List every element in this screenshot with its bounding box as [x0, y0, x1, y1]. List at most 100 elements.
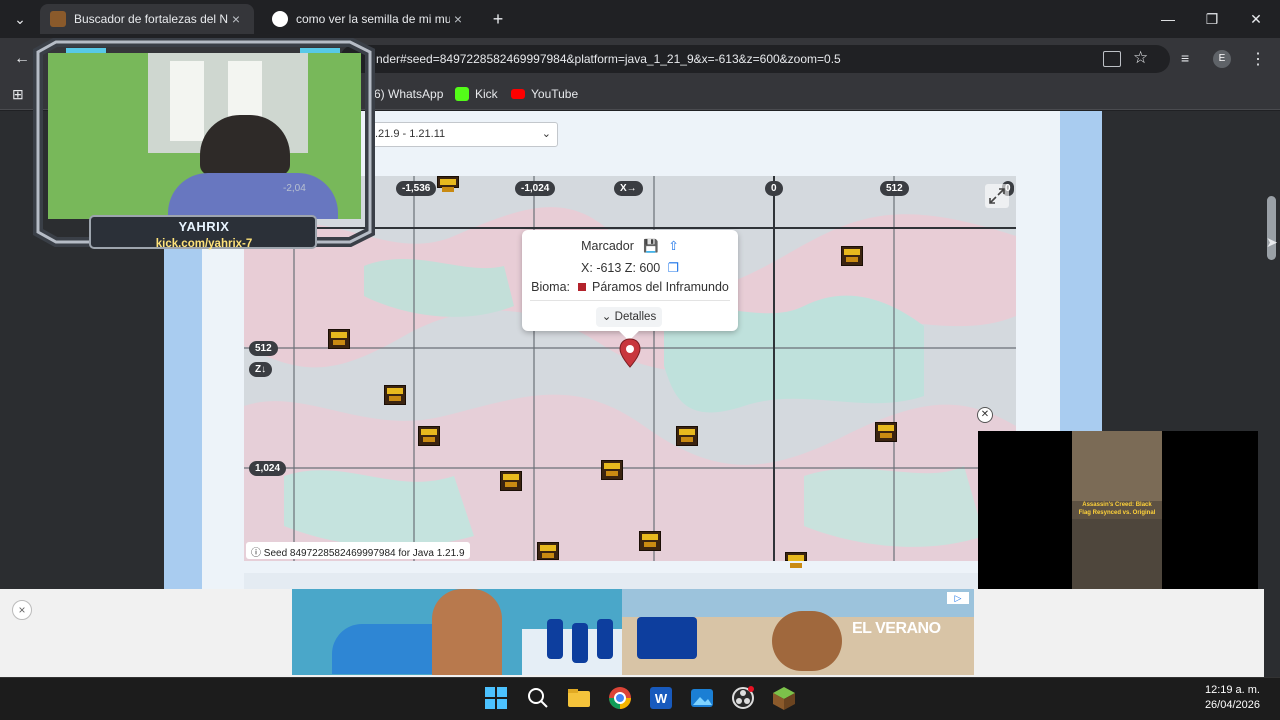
fortress-marker-icon[interactable] — [437, 176, 459, 192]
menu-kebab-icon[interactable]: ⋮ — [1250, 49, 1266, 69]
fortress-marker-icon[interactable] — [676, 426, 698, 446]
chevron-down-icon: ⌄ — [601, 311, 612, 323]
translate-icon[interactable] — [1103, 51, 1121, 67]
tab-strip: ⌄ Buscador de fortalezas del Neth × como… — [0, 0, 1280, 38]
fortress-marker-icon[interactable] — [601, 460, 623, 480]
adchoices-icon[interactable]: ▷ — [947, 592, 969, 604]
biome-label: Bioma: — [531, 280, 571, 294]
ad-slogan: EL VERANO — [852, 620, 941, 637]
x-axis-label: -1,024 — [515, 181, 556, 196]
video-ad-thumbnail[interactable]: Assassin's Creed: Black Flag Resynced vs… — [1072, 431, 1162, 589]
popup-divider — [530, 300, 730, 301]
location-pin-icon[interactable] — [619, 338, 641, 368]
search-icon[interactable] — [525, 685, 551, 711]
tab-google-search[interactable]: como ver la semilla de mi mund × — [262, 4, 476, 34]
obs-icon[interactable] — [730, 685, 756, 711]
tab-title: como ver la semilla de mi mund — [296, 12, 450, 26]
version-select[interactable]: .21.9 - 1.21.11 ⌄ — [368, 122, 558, 147]
chevron-down-icon: ⌄ — [541, 128, 551, 140]
media-queue-icon[interactable]: ≡ — [1181, 50, 1189, 66]
tab-search-button[interactable]: ⌄ — [6, 6, 34, 32]
x-axis-label: -1,536 — [396, 181, 437, 196]
profile-avatar[interactable]: E — [1213, 50, 1231, 68]
details-button[interactable]: ⌄ Detalles — [596, 307, 662, 327]
streamer-name: YAHRIX — [178, 219, 230, 234]
system-clock[interactable]: 12:19 a. m. 26/04/2026 — [1205, 683, 1260, 713]
fortress-marker-icon[interactable] — [418, 426, 440, 446]
minimize-button[interactable]: — — [1148, 6, 1188, 32]
fortress-marker-icon[interactable] — [537, 542, 559, 560]
fortress-marker-icon[interactable] — [841, 246, 863, 266]
bookmark-label: Kick — [475, 87, 498, 101]
fortress-marker-icon[interactable] — [328, 329, 350, 349]
details-label: Detalles — [614, 311, 657, 323]
info-icon: ⓘ — [251, 548, 261, 559]
youtube-icon — [511, 89, 525, 99]
save-icon[interactable]: 💾 — [643, 239, 659, 253]
bookmark-kick[interactable]: Kick — [455, 87, 498, 101]
popup-title-row: Marcador 💾 ⇧ — [522, 238, 738, 254]
back-arrow-icon[interactable]: ← — [14, 50, 30, 68]
clock-date: 26/04/2026 — [1204, 699, 1260, 711]
video-ad-title: Assassin's Creed: Black Flag Resynced vs… — [1078, 502, 1156, 516]
z-axis-label: 1,024 — [249, 461, 287, 476]
biome-value: Páramos del Inframundo — [591, 280, 729, 294]
bookmark-whatsapp[interactable]: 6) WhatsApp — [374, 87, 443, 101]
pepsi-bottle-icon — [572, 623, 588, 663]
ad-person-right — [772, 611, 842, 671]
bookmark-star-icon[interactable]: ☆ — [1133, 48, 1148, 68]
share-icon[interactable]: ⇧ — [668, 239, 678, 253]
tab-title: Buscador de fortalezas del Neth — [74, 12, 228, 26]
close-tab-icon[interactable]: × — [228, 11, 244, 27]
copy-icon[interactable]: ❐ — [668, 261, 679, 275]
file-explorer-icon[interactable] — [566, 685, 592, 711]
close-video-ad-button[interactable]: ✕ — [977, 407, 993, 423]
popup-title: Marcador — [581, 239, 634, 253]
clock-time: 12:19 a. m. — [1204, 684, 1260, 696]
new-tab-icon[interactable]: + — [482, 6, 514, 32]
kick-icon — [455, 87, 469, 101]
popup-biome-row: Bioma: Páramos del Inframundo — [522, 280, 738, 294]
fortress-favicon-icon — [50, 11, 66, 27]
minecraft-launcher-icon[interactable] — [771, 685, 797, 711]
pepsi-bottle-icon — [597, 619, 613, 659]
ad-person-left — [432, 589, 502, 675]
z-axis-label: 512 — [249, 341, 278, 356]
biome-color-swatch — [577, 283, 586, 291]
apps-grid-icon[interactable]: ⊞ — [12, 86, 24, 103]
chrome-icon[interactable] — [607, 685, 633, 711]
url-text: nder#seed=8497228582469997984&platform=j… — [376, 52, 841, 66]
streamer-channel-link: kick.com/yahrix-7 — [155, 238, 253, 250]
popup-coords: X: -613 Z: 600 — [581, 261, 661, 275]
popup-coords-row: X: -613 Z: 600 ❐ — [522, 260, 738, 275]
ad-pepsi-cooler — [637, 617, 697, 659]
video-ad-scene-bottom — [1072, 519, 1162, 589]
photos-icon[interactable] — [689, 685, 715, 711]
word-icon[interactable]: W — [648, 685, 674, 711]
x-axis-label: 0 — [765, 181, 783, 196]
fortress-marker-icon[interactable] — [384, 385, 406, 405]
version-select-value: .21.9 - 1.21.11 — [375, 128, 446, 140]
bookmark-label: YouTube — [531, 87, 579, 101]
close-window-button[interactable]: ✕ — [1236, 6, 1276, 32]
fortress-marker-icon[interactable] — [785, 552, 807, 568]
seed-info-bar: ⓘ Seed 8497228582469997984 for Java 1.21… — [246, 542, 470, 559]
bookmark-label: 6) WhatsApp — [374, 87, 444, 101]
video-ad-scene-top — [1072, 431, 1162, 501]
bookmark-youtube[interactable]: YouTube — [511, 87, 578, 101]
windows-start-icon[interactable] — [483, 685, 509, 711]
mouse-cursor-icon: ➤ — [1266, 234, 1278, 250]
fortress-marker-icon[interactable] — [639, 531, 661, 551]
taskbar — [0, 677, 1280, 720]
z-axis-direction-label: Z↓ — [249, 362, 273, 377]
tab-fortress-finder[interactable]: Buscador de fortalezas del Neth × — [40, 4, 254, 34]
google-favicon-icon — [272, 11, 288, 27]
fullscreen-icon[interactable] — [985, 184, 1009, 208]
fortress-marker-icon[interactable] — [500, 471, 522, 491]
restore-button[interactable]: ❐ — [1192, 6, 1232, 32]
close-tab-icon[interactable]: × — [450, 11, 466, 27]
close-ad-button[interactable]: × — [12, 600, 32, 620]
svg-text:W: W — [655, 691, 668, 706]
fortress-marker-icon[interactable] — [875, 422, 897, 442]
x-axis-label: 512 — [880, 181, 909, 196]
